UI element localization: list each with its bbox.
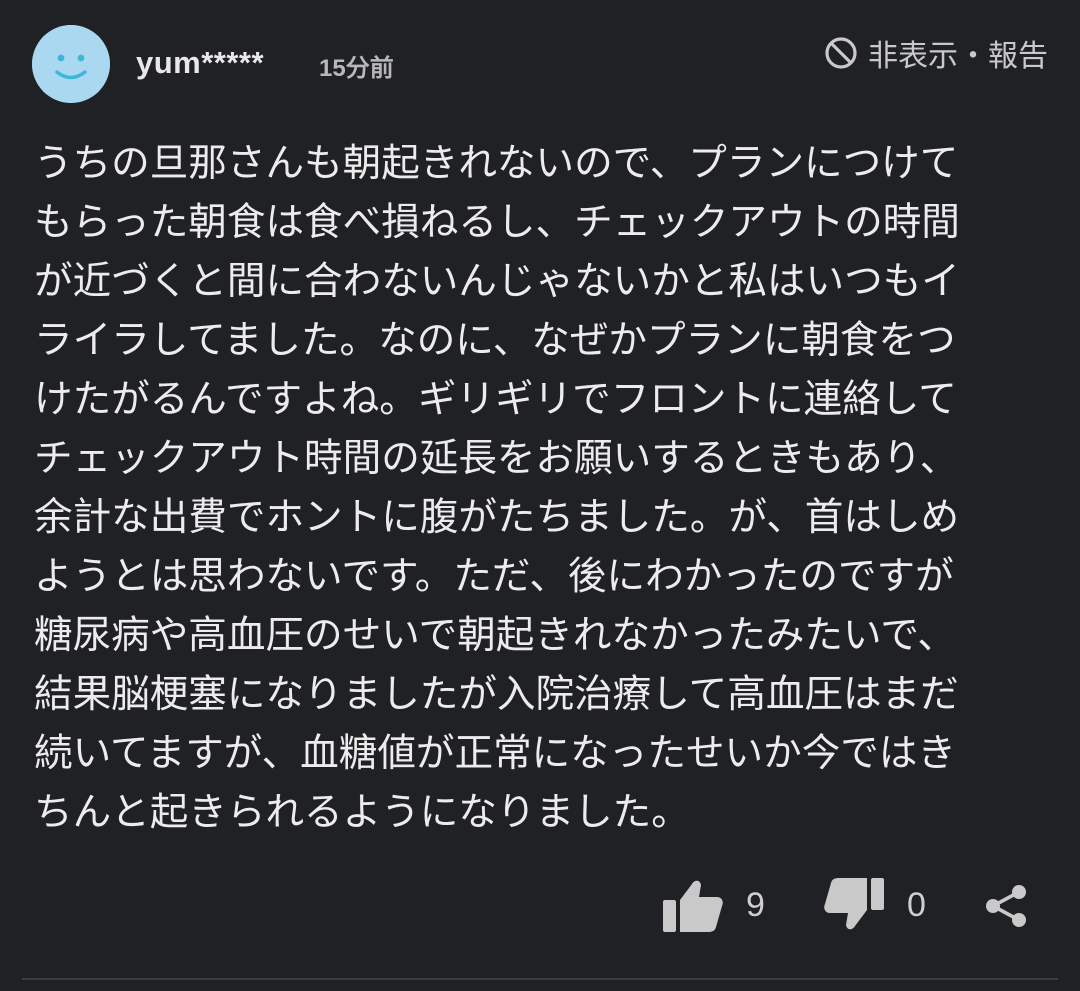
dislike-button[interactable]: 0	[823, 876, 926, 934]
thumbs-up-icon	[663, 880, 723, 932]
like-count: 9	[746, 885, 765, 924]
smiley-face-icon	[32, 25, 110, 103]
dislike-count: 0	[907, 885, 926, 924]
share-button[interactable]	[984, 884, 1028, 928]
avatar[interactable]	[32, 25, 110, 103]
prohibited-icon	[825, 37, 857, 69]
comment-body: うちの旦那さんも朝起きれないので、プランにつけて もらった朝食は食べ損ねるし、チ…	[34, 141, 960, 835]
comment-actions: 9 0	[0, 870, 1080, 946]
like-button[interactable]: 9	[662, 876, 765, 934]
timestamp: 15分前	[319, 55, 394, 82]
hide-report-label: 非表示・報告	[868, 39, 1048, 74]
comment-card: yum***** 15分前 非表示・報告 うちの旦那さんも朝起きれないので、プラ…	[0, 0, 1080, 991]
hide-report-button[interactable]: 非表示・報告	[824, 31, 1048, 75]
username[interactable]: yum*****	[136, 45, 264, 81]
share-icon	[986, 885, 1026, 927]
thumbs-down-icon	[824, 878, 884, 930]
divider	[22, 978, 1058, 980]
comment-header: yum***** 15分前 非表示・報告	[32, 25, 1048, 103]
